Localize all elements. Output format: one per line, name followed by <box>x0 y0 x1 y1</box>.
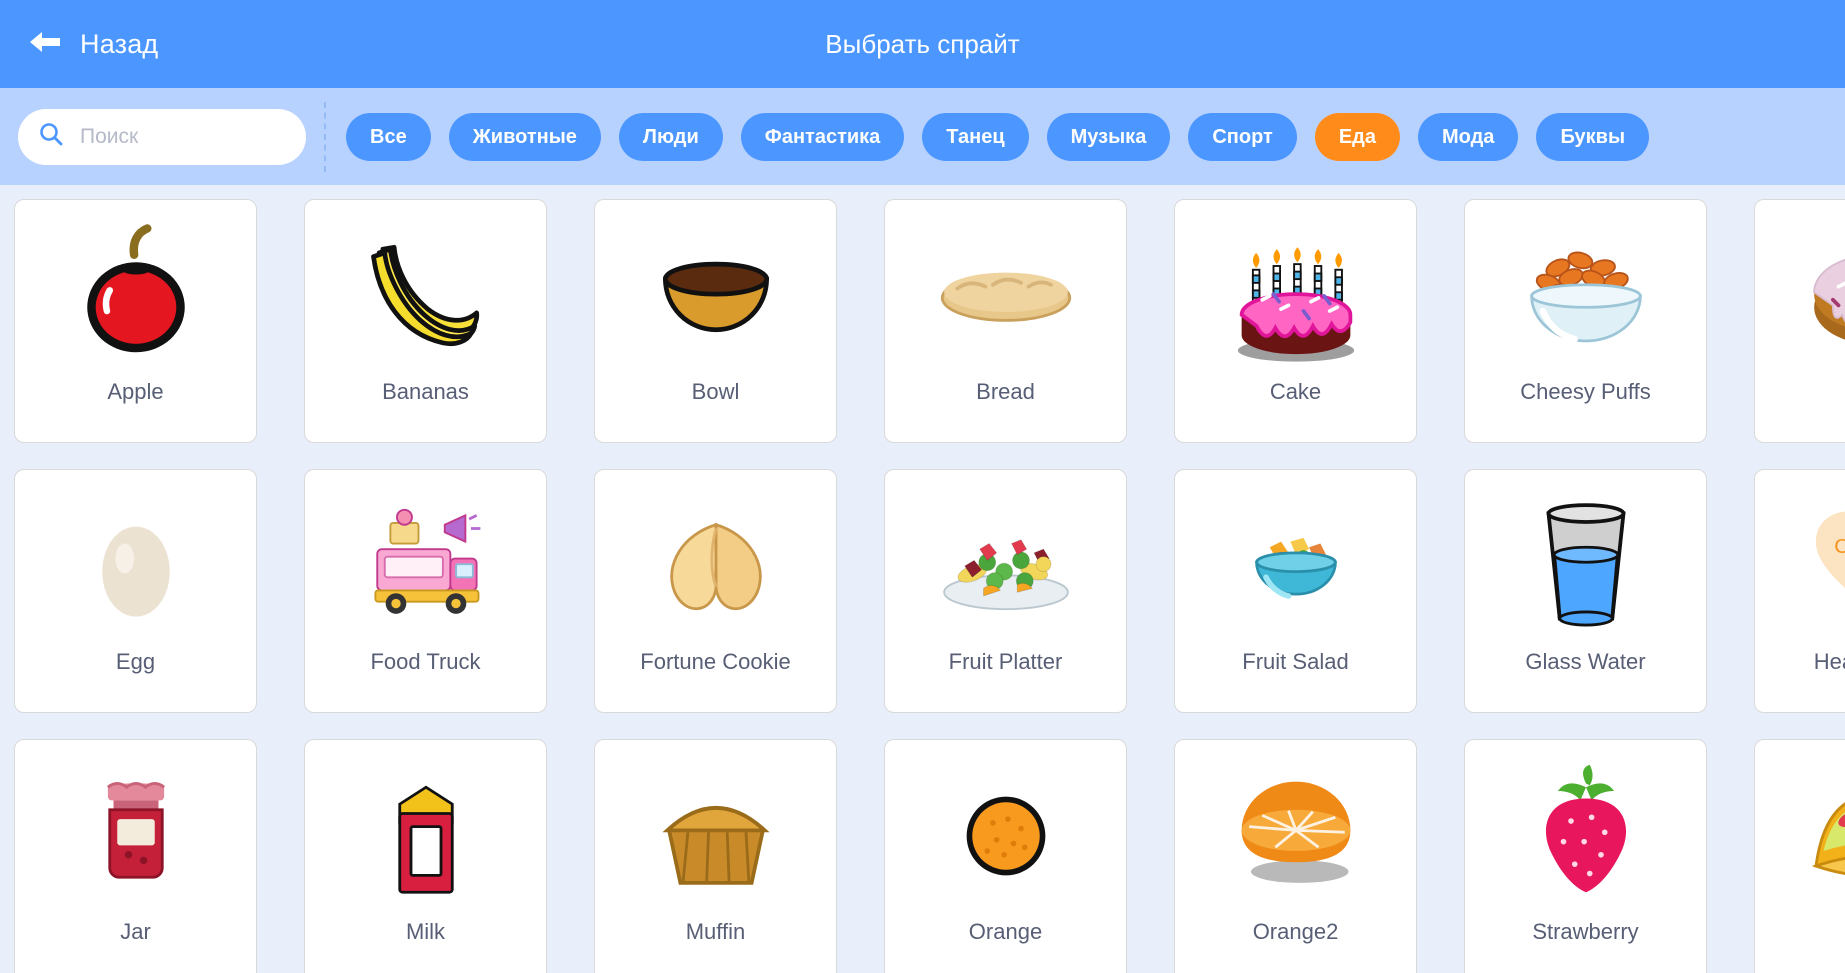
sprite-name: Jar <box>120 919 151 944</box>
sprite-name: Apple <box>107 379 164 404</box>
milk-icon <box>338 748 513 923</box>
sprite-name: Egg <box>115 649 156 674</box>
sprite-name: Bowl <box>691 379 740 404</box>
sprite-name: Cake <box>1269 379 1322 404</box>
sprite-card[interactable]: Taco <box>1754 739 1845 973</box>
fortune-cookie-icon <box>628 478 803 653</box>
food-truck-icon <box>338 478 513 653</box>
orange-icon <box>918 748 1093 923</box>
muffin-icon <box>628 748 803 923</box>
search-input[interactable] <box>80 124 286 149</box>
svg-text:CODE IT: CODE IT <box>1834 534 1845 557</box>
sprite-card[interactable]: Fruit Platter <box>884 469 1127 713</box>
sprite-name: Strawberry <box>1532 919 1639 944</box>
filter-divider <box>324 101 326 172</box>
tag-3[interactable]: Фантастика <box>740 112 905 161</box>
tag-8[interactable]: Мода <box>1418 112 1519 161</box>
sprite-card[interactable]: Food Truck <box>304 469 547 713</box>
sprite-card[interactable]: Bananas <box>304 199 547 443</box>
back-label: Назад <box>80 28 159 59</box>
tag-2[interactable]: Люди <box>618 112 723 161</box>
sprite-name: Fruit Platter <box>948 649 1063 674</box>
sprite-name: Food Truck <box>370 649 481 674</box>
sprite-card[interactable]: Glass Water <box>1464 469 1707 713</box>
sprite-name: Muffin <box>685 919 746 944</box>
sprite-name: Fortune Cookie <box>640 649 791 674</box>
sprite-card[interactable]: Fruit Salad <box>1174 469 1417 713</box>
sprite-name: Orange2 <box>1252 919 1339 944</box>
search-icon <box>38 121 64 152</box>
glass-water-icon <box>1498 478 1673 653</box>
sprite-name: Fruit Salad <box>1242 649 1349 674</box>
cake-icon <box>1208 208 1383 383</box>
sprite-name: Heart Candy <box>1813 649 1845 674</box>
bowl-icon <box>628 208 803 383</box>
sprite-card[interactable]: Milk <box>304 739 547 973</box>
sprite-name: Cheesy Puffs <box>1520 379 1651 404</box>
modal-header: Назад Выбрать спрайт <box>0 0 1845 88</box>
sprite-name: Milk <box>405 919 446 944</box>
sprite-name: Bananas <box>382 379 469 404</box>
bread-icon <box>918 208 1093 383</box>
tag-5[interactable]: Музыка <box>1046 112 1171 161</box>
sprite-name: Bread <box>976 379 1035 404</box>
sprite-library-scroll[interactable]: Apple Bananas Bowl Bread Cake Cheesy Puf… <box>0 185 1845 973</box>
sprite-card[interactable]: Cake <box>1174 199 1417 443</box>
sprite-card[interactable]: Bread <box>884 199 1127 443</box>
tag-list: Все Животные Люди Фантастика Танец Музыка Спор… <box>346 112 1650 161</box>
sprite-name: Glass Water <box>1525 649 1646 674</box>
back-button[interactable]: Назад <box>0 0 186 88</box>
sprite-card[interactable]: Jar <box>14 739 257 973</box>
fruit-platter-icon <box>918 478 1093 653</box>
tag-7[interactable]: Еда <box>1314 112 1400 161</box>
sprite-card[interactable]: Orange2 <box>1174 739 1417 973</box>
sprite-card[interactable]: Muffin <box>594 739 837 973</box>
fruit-salad-icon <box>1208 478 1383 653</box>
bananas-icon <box>338 208 513 383</box>
strawberry-icon <box>1498 748 1673 923</box>
sprite-card[interactable]: Apple <box>14 199 257 443</box>
sprite-grid: Apple Bananas Bowl Bread Cake Cheesy Puf… <box>14 199 1845 973</box>
heart-candy-icon: CODE IT <box>1788 478 1845 653</box>
sprite-card[interactable]: CODE IT Heart Candy <box>1754 469 1845 713</box>
sprite-card[interactable]: Cheesy Puffs <box>1464 199 1707 443</box>
donut-icon <box>1788 208 1845 383</box>
search-box[interactable] <box>18 108 306 165</box>
sprite-name: Orange <box>968 919 1043 944</box>
orange2-icon <box>1208 748 1383 923</box>
arrow-left-icon <box>28 29 62 60</box>
tag-6[interactable]: Спорт <box>1188 112 1297 161</box>
sprite-card[interactable]: Egg <box>14 469 257 713</box>
page-title: Выбрать спрайт <box>825 28 1020 59</box>
sprite-card[interactable]: Strawberry <box>1464 739 1707 973</box>
tag-9[interactable]: Буквы <box>1536 112 1650 161</box>
jar-icon <box>48 748 223 923</box>
sprite-card[interactable]: Fortune Cookie <box>594 469 837 713</box>
filter-bar: Все Животные Люди Фантастика Танец Музыка Спор… <box>0 88 1845 185</box>
cheesy-puffs-icon <box>1498 208 1673 383</box>
sprite-card[interactable]: Orange <box>884 739 1127 973</box>
sprite-card[interactable]: Bowl <box>594 199 837 443</box>
taco-icon <box>1788 748 1845 923</box>
egg-icon <box>48 478 223 653</box>
tag-0[interactable]: Все <box>346 112 431 161</box>
tag-4[interactable]: Танец <box>922 112 1029 161</box>
tag-1[interactable]: Животные <box>448 112 601 161</box>
apple-icon <box>48 208 223 383</box>
sprite-card[interactable]: Donut <box>1754 199 1845 443</box>
